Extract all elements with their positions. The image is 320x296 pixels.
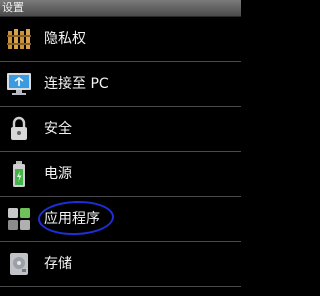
settings-item-security[interactable]: 安全 [0, 107, 241, 152]
lock-icon [6, 115, 32, 143]
storage-disk-icon [6, 250, 32, 278]
settings-item-applications[interactable]: 应用程序 [0, 197, 241, 242]
page-title: 设置 [2, 1, 24, 14]
settings-item-label: 存储 [44, 256, 72, 272]
apps-grid-icon [6, 205, 32, 233]
settings-item-power[interactable]: 电源 [0, 152, 241, 197]
settings-item-label: 连接至 PC [44, 76, 109, 92]
settings-item-privacy[interactable]: 隐私权 [0, 17, 241, 62]
pc-monitor-icon [6, 70, 32, 98]
battery-icon [6, 160, 32, 188]
settings-item-label: 隐私权 [44, 31, 86, 47]
settings-item-label: 安全 [44, 121, 72, 137]
privacy-fence-icon [6, 25, 32, 53]
title-bar: 设置 [0, 0, 241, 17]
settings-item-label: 电源 [44, 166, 72, 182]
settings-item-storage[interactable]: 存储 [0, 242, 241, 287]
settings-item-connect-pc[interactable]: 连接至 PC [0, 62, 241, 107]
